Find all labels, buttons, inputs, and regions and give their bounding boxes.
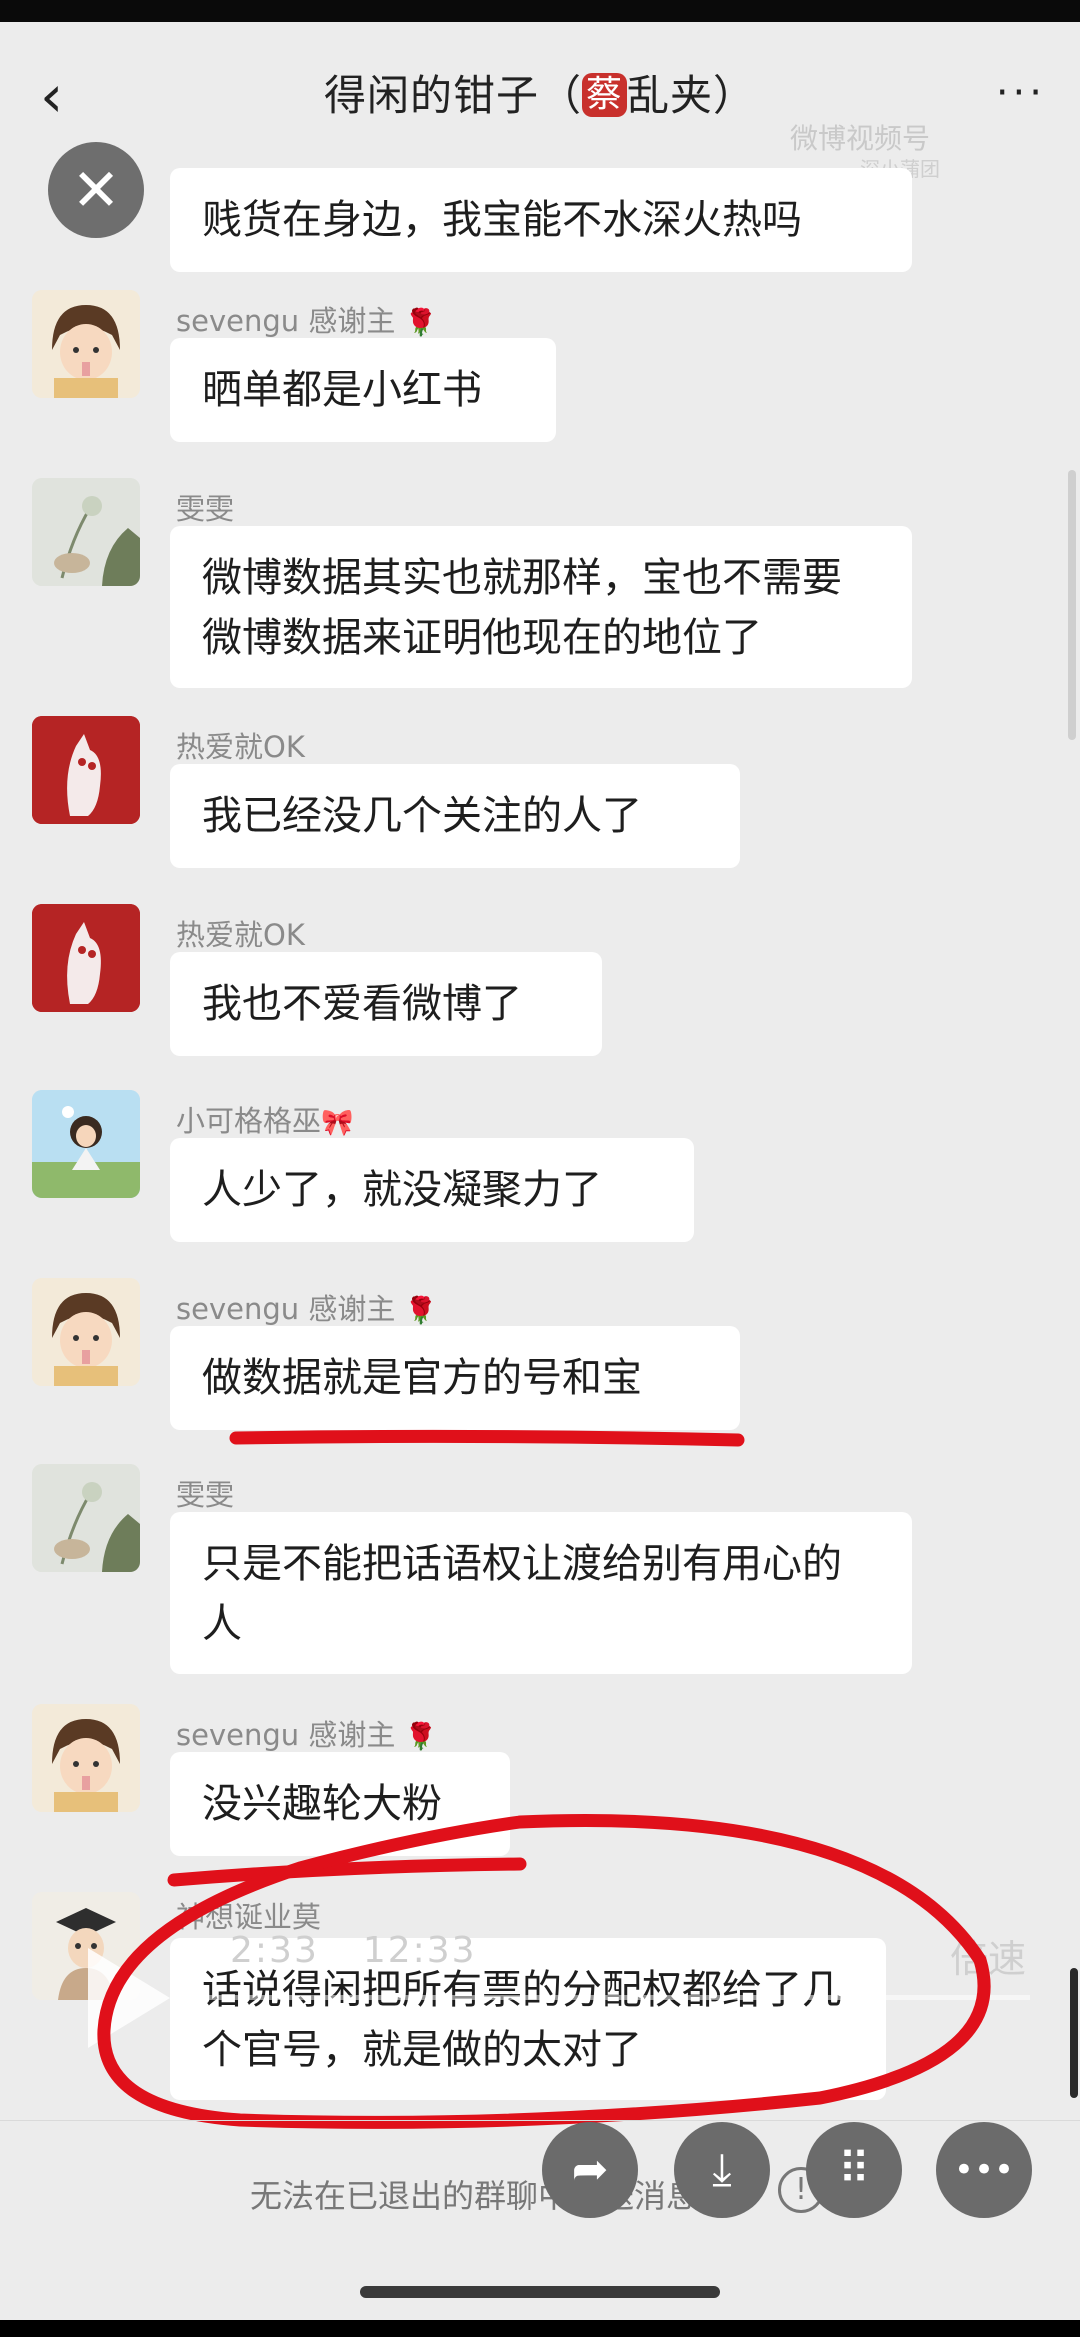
message-text: 微博数据其实也就那样，宝也不需要微博数据来证明他现在的地位了 [202, 555, 842, 661]
video-progress-bar[interactable] [180, 1995, 1030, 2000]
message-bubble: 只是不能把话语权让渡给别有用心的人 [170, 1512, 912, 1674]
current-time: 2:33 [230, 1930, 319, 1971]
message-bubble: 贱货在身边，我宝能不水深火热吗 [170, 168, 912, 272]
sender-name: sevengu 感谢主 🌹 [176, 304, 437, 338]
avatar-xiaoke[interactable] [32, 1090, 140, 1198]
title-prefix: 得闲的钳子（ [323, 71, 582, 120]
avatar-sevengu[interactable] [32, 290, 140, 398]
avatar-sevengu[interactable] [32, 1704, 140, 1812]
share-icon[interactable]: ➦ [542, 2122, 638, 2218]
more-options-icon[interactable]: ··· [996, 70, 1046, 116]
message-text: 话说得闲把所有票的分配权都给了几个官号，就是做的太对了 [202, 1967, 842, 2073]
message-bubble: 人少了，就没凝聚力了 [170, 1138, 694, 1242]
video-time: 2:33 12:33 [230, 1930, 521, 1971]
sender-name: sevengu 感谢主 🌹 [176, 1718, 437, 1752]
avatar-wenwen[interactable] [32, 478, 140, 586]
avatar-wenwen[interactable] [32, 1464, 140, 1572]
home-indicator[interactable] [360, 2286, 720, 2298]
message-bubble: 微博数据其实也就那样，宝也不需要微博数据来证明他现在的地位了 [170, 526, 912, 688]
grid-icon[interactable]: ⠿ [806, 2122, 902, 2218]
download-icon[interactable]: ⤓ [674, 2122, 770, 2218]
message-bubble: 我已经没几个关注的人了 [170, 764, 740, 868]
message-text: 晒单都是小红书 [202, 367, 482, 413]
speed-button[interactable]: 倍速 [950, 1928, 1026, 1983]
message-text: 我也不爱看微博了 [202, 981, 522, 1027]
bottom-edge [0, 2320, 1080, 2337]
sender-name: sevengu 感谢主 🌹 [176, 1292, 437, 1326]
sender-name: 雯雯 [176, 492, 235, 526]
avatar-sevengu[interactable] [32, 1278, 140, 1386]
chat-title: 得闲的钳子（ 蔡乱夹） [0, 62, 1080, 123]
sender-name: 雯雯 [176, 1478, 235, 1512]
duration: 12:33 [362, 1930, 477, 1971]
message-text: 只是不能把话语权让渡给别有用心的人 [202, 1541, 842, 1647]
avatar-reai[interactable] [32, 904, 140, 1012]
watermark-line1: 微博视频号 [790, 122, 931, 155]
top-status-bar [0, 0, 1080, 22]
message-text: 我已经没几个关注的人了 [202, 793, 642, 839]
message-bubble: 做数据就是官方的号和宝 [170, 1326, 740, 1430]
title-suffix: 乱夹） [627, 71, 757, 120]
input-disabled-footer: 无法在已退出的群聊中发送消息 ! [0, 2120, 1080, 2301]
play-icon[interactable] [88, 1948, 170, 2048]
underline-annotation [229, 1429, 745, 1447]
side-indicator [1070, 1968, 1078, 2098]
message-bubble: 我也不爱看微博了 [170, 952, 602, 1056]
message-text: 没兴趣轮大粉 [202, 1781, 442, 1827]
avatar-reai[interactable] [32, 716, 140, 824]
message-text: 贱货在身边，我宝能不水深火热吗 [202, 197, 802, 243]
sender-name: 热爱就OK [176, 730, 305, 764]
underline-annotation-short [167, 1857, 527, 1887]
close-icon[interactable]: ✕ [48, 142, 144, 238]
scrollbar[interactable] [1068, 470, 1076, 740]
message-bubble: 没兴趣轮大粉 [170, 1752, 510, 1856]
message-text: 做数据就是官方的号和宝 [202, 1355, 642, 1401]
message-bubble: 晒单都是小红书 [170, 338, 556, 442]
more-actions-icon[interactable]: ••• [936, 2122, 1032, 2218]
message-text: 人少了，就没凝聚力了 [202, 1167, 602, 1213]
sender-name: 热爱就OK [176, 918, 305, 952]
title-tag-badge: 蔡 [581, 73, 627, 117]
sender-name: 小可格格巫🎀 [176, 1104, 354, 1138]
